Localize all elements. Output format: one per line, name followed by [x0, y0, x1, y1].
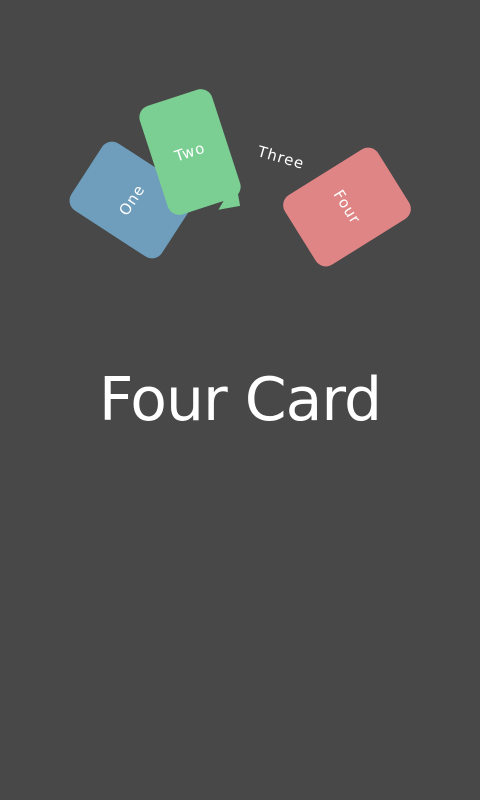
app-title: Four Card: [98, 365, 382, 435]
splash-screen: One Two Three Four Four Card: [0, 0, 480, 800]
app-logo: One Two Three Four: [0, 0, 480, 300]
card-one-label: One: [115, 181, 149, 219]
card-four-label: Four: [329, 186, 365, 228]
card-two-label: Two: [172, 138, 208, 166]
card-three-label: Three: [255, 142, 307, 173]
